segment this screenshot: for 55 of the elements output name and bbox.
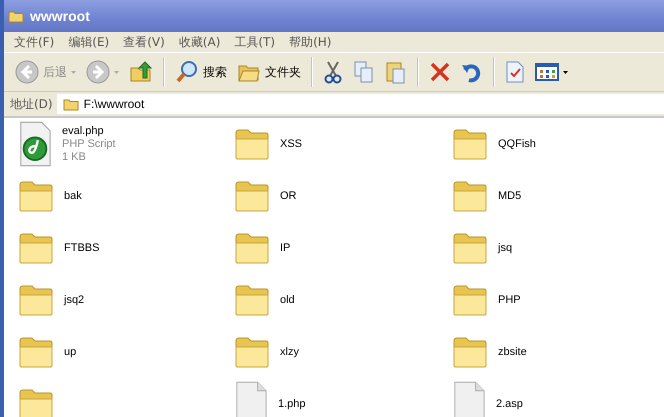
views-button[interactable] bbox=[532, 60, 571, 84]
folder-icon[interactable] bbox=[234, 127, 270, 161]
folder-icon bbox=[62, 97, 79, 111]
menu-item[interactable]: 查看(V) bbox=[123, 34, 165, 50]
file-name[interactable]: 1.php bbox=[278, 398, 306, 410]
caret-icon bbox=[71, 70, 76, 74]
file-name[interactable]: OR bbox=[280, 190, 296, 202]
menu-item[interactable]: 编辑(E) bbox=[68, 34, 110, 50]
folder-icon[interactable] bbox=[18, 387, 54, 417]
folder-icon[interactable] bbox=[452, 283, 488, 317]
folder-icon[interactable] bbox=[234, 231, 270, 265]
file-name[interactable]: XSS bbox=[280, 138, 302, 150]
caret-icon bbox=[563, 70, 568, 74]
folder-icon[interactable] bbox=[452, 179, 488, 213]
address-field[interactable]: F:\wwwroot bbox=[56, 94, 664, 114]
file-name[interactable]: old bbox=[280, 294, 295, 306]
document-icon[interactable] bbox=[234, 381, 268, 417]
folder-icon bbox=[8, 9, 24, 23]
file-name[interactable]: PHP bbox=[498, 294, 521, 306]
folder-icon[interactable] bbox=[234, 335, 270, 369]
folder-icon[interactable] bbox=[18, 231, 54, 265]
folder-icon[interactable] bbox=[18, 335, 54, 369]
file-name[interactable]: xlzy bbox=[280, 346, 299, 358]
file-name[interactable]: eval.php bbox=[62, 124, 116, 138]
file-type: PHP Script bbox=[62, 138, 116, 150]
menu-item[interactable]: 收藏(A) bbox=[178, 34, 220, 50]
folder-icon[interactable] bbox=[452, 127, 488, 161]
address-label: 地址(D) bbox=[10, 96, 53, 112]
window-title: wwwroot bbox=[30, 8, 90, 24]
file-size: 1 KB bbox=[62, 150, 87, 164]
menu-item[interactable]: 帮助(H) bbox=[289, 34, 332, 50]
search-button[interactable]: 搜索 bbox=[172, 58, 230, 86]
folder-icon[interactable] bbox=[18, 283, 54, 317]
menu-item[interactable]: 工具(T) bbox=[234, 34, 276, 50]
folder-icon[interactable] bbox=[234, 179, 270, 213]
file-name[interactable]: jsq bbox=[498, 242, 512, 254]
file-name[interactable]: IP bbox=[280, 242, 290, 254]
search-icon bbox=[175, 60, 199, 84]
file-name[interactable]: zbsite bbox=[498, 346, 527, 358]
caret-icon bbox=[114, 70, 119, 74]
folder-icon[interactable] bbox=[18, 179, 54, 213]
document-icon[interactable] bbox=[452, 381, 486, 417]
menu-item[interactable]: 文件(F) bbox=[14, 34, 54, 50]
file-name[interactable]: 2.asp bbox=[496, 398, 523, 410]
file-name[interactable]: FTBBS bbox=[64, 242, 100, 254]
folder-icon[interactable] bbox=[452, 231, 488, 265]
folder-icon[interactable] bbox=[452, 335, 488, 369]
php-script-icon[interactable] bbox=[18, 121, 52, 167]
folders-button[interactable]: 文件夹 bbox=[234, 59, 304, 85]
file-name[interactable]: MD5 bbox=[498, 190, 522, 202]
file-name[interactable]: QQFish bbox=[498, 138, 536, 150]
file-name[interactable]: jsq2 bbox=[64, 294, 84, 306]
folder-icon[interactable] bbox=[234, 283, 270, 317]
file-name[interactable]: bak bbox=[64, 190, 82, 202]
file-name[interactable]: up bbox=[64, 346, 76, 358]
